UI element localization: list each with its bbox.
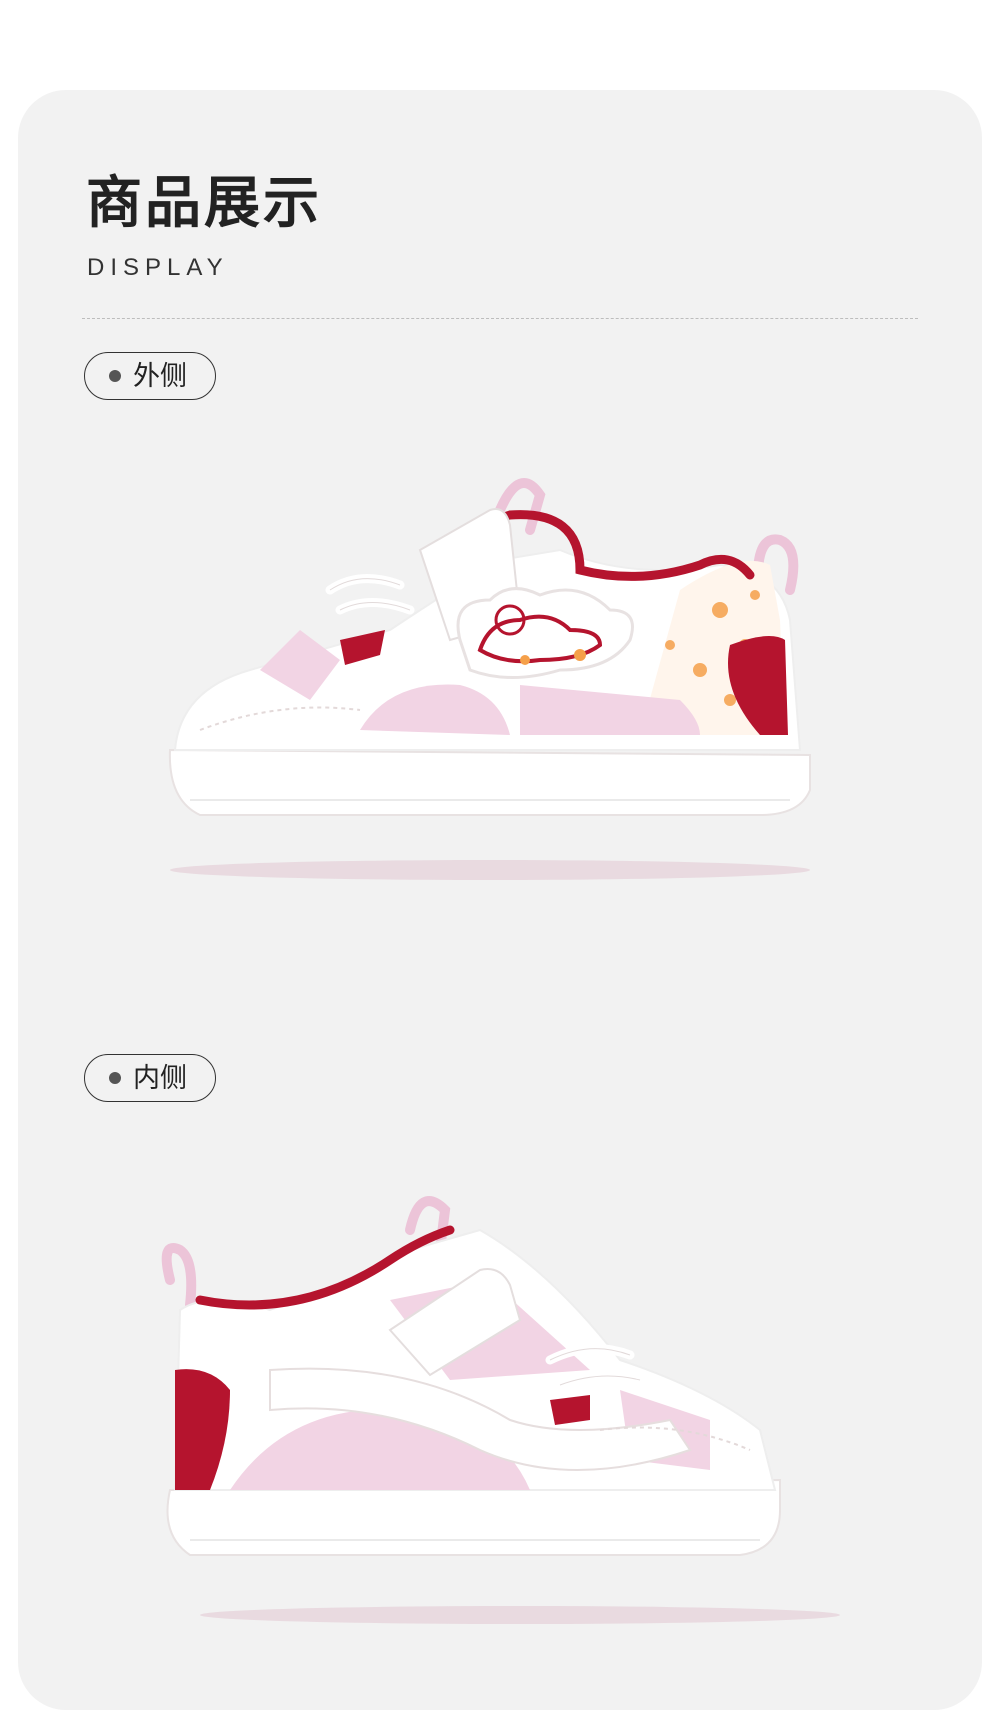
bullet-dot-icon (109, 370, 121, 382)
shoe-inner-side-image (161, 1196, 840, 1624)
section-title: 商品展示 (86, 171, 322, 236)
view-tag-inner: 内侧 (84, 1054, 216, 1102)
dashed-divider (82, 318, 918, 319)
view-tag-label: 外侧 (133, 360, 187, 392)
bullet-dot-icon (109, 1072, 121, 1084)
view-tag-label: 内侧 (133, 1062, 187, 1094)
section-subtitle: DISPLAY (87, 254, 229, 281)
view-tag-outer: 外侧 (84, 352, 216, 400)
shoe-outer-side-image (168, 478, 811, 880)
